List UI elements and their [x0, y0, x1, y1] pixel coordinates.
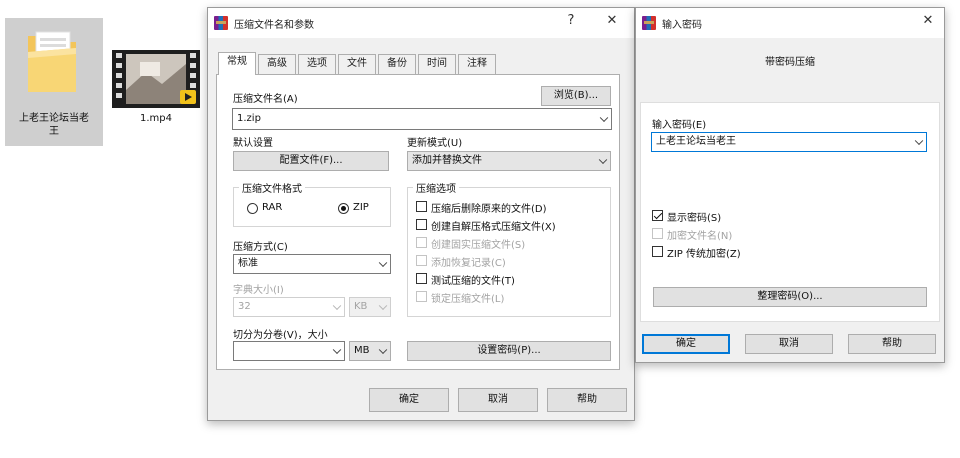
tab-comment[interactable]: 注释 [458, 54, 496, 74]
split-size-input[interactable] [233, 341, 345, 361]
tab-backup[interactable]: 备份 [378, 54, 416, 74]
folder-label-line1: 上老王论坛当老 [19, 113, 89, 124]
update-mode-select[interactable]: 添加并替换文件 [407, 151, 611, 171]
create-sfx-label: 创建自解压格式压缩文件(X) [431, 222, 556, 233]
chevron-down-icon [598, 155, 608, 165]
chevron-down-icon [378, 258, 388, 268]
encrypt-filenames-checkbox[interactable] [652, 228, 663, 239]
password-input[interactable]: 上老王论坛当老王 [651, 132, 927, 152]
tab-options[interactable]: 选项 [298, 54, 336, 74]
password-ok-button[interactable]: 确定 [642, 334, 730, 354]
format-zip-label: ZIP [353, 202, 369, 213]
format-zip-radio[interactable] [338, 203, 349, 214]
split-unit-value: MB [354, 345, 370, 356]
tab-time[interactable]: 时间 [418, 54, 456, 74]
close-icon[interactable]: ✕ [918, 13, 938, 28]
format-rar-label: RAR [262, 202, 283, 213]
password-titlebar: 输入密码 ✕ [636, 8, 944, 38]
enter-password-dialog: 输入密码 ✕ 带密码压缩 输入密码(E) 上老王论坛当老王 显示密码(S) 加密… [635, 7, 945, 363]
solid-archive-label: 创建固实压缩文件(S) [431, 240, 526, 251]
browse-button[interactable]: 浏览(B)... [541, 86, 611, 106]
dictionary-unit-value: KB [354, 301, 368, 312]
password-subtitle: 带密码压缩 [765, 57, 815, 68]
password-cancel-button[interactable]: 取消 [745, 334, 833, 354]
winrar-icon [642, 16, 656, 30]
dialog-title: 压缩文件名和参数 [234, 20, 314, 31]
show-password-label: 显示密码(S) [667, 213, 722, 224]
password-help-button[interactable]: 帮助 [848, 334, 936, 354]
default-settings-label: 默认设置 [233, 138, 273, 149]
chevron-down-icon [378, 301, 388, 311]
ok-button[interactable]: 确定 [369, 388, 449, 412]
winrar-icon [214, 16, 228, 30]
folder-icon [28, 31, 76, 92]
split-unit-select[interactable]: MB [349, 341, 391, 361]
dictionary-size-label: 字典大小(I) [233, 285, 284, 296]
password-dialog-title: 输入密码 [662, 20, 702, 31]
method-value: 标准 [238, 258, 258, 269]
dictionary-size-value: 32 [238, 301, 251, 312]
archive-name-input[interactable]: 1.zip [232, 108, 612, 130]
set-password-button[interactable]: 设置密码(P)... [407, 341, 611, 361]
format-rar-radio[interactable] [247, 203, 258, 214]
password-panel: 输入密码(E) 上老王论坛当老王 显示密码(S) 加密文件名(N) ZIP 传统… [640, 102, 940, 322]
archive-name-label: 压缩文件名(A) [233, 94, 298, 105]
test-files-label: 测试压缩的文件(T) [431, 276, 515, 287]
dictionary-size-select[interactable]: 32 [233, 297, 345, 317]
archive-name-value: 1.zip [237, 113, 261, 124]
chevron-down-icon [914, 136, 924, 146]
method-label: 压缩方式(C) [233, 242, 288, 253]
solid-archive-checkbox[interactable] [416, 237, 427, 248]
video-file-icon [112, 50, 200, 108]
method-select[interactable]: 标准 [233, 254, 391, 274]
zip-legacy-label: ZIP 传统加密(Z) [667, 249, 741, 260]
recovery-record-checkbox[interactable] [416, 255, 427, 266]
archive-settings-dialog: 压缩文件名和参数 ? ✕ 常规 高级 选项 文件 备份 时间 注释 压缩文件名(… [207, 7, 635, 421]
archive-format-label: 压缩文件格式 [239, 180, 305, 195]
dialog-titlebar: 压缩文件名和参数 ? ✕ [208, 8, 634, 38]
delete-after-checkbox[interactable] [416, 201, 427, 212]
update-mode-value: 添加并替换文件 [412, 155, 482, 166]
dictionary-unit-select[interactable]: KB [349, 297, 391, 317]
recovery-record-label: 添加恢复记录(C) [431, 258, 506, 269]
delete-after-label: 压缩后删除原来的文件(D) [431, 204, 547, 215]
create-sfx-checkbox[interactable] [416, 219, 427, 230]
close-icon[interactable]: ✕ [602, 13, 622, 28]
compression-options-label: 压缩选项 [413, 180, 459, 195]
password-value: 上老王论坛当老王 [656, 136, 736, 147]
tab-general[interactable]: 常规 [218, 52, 256, 75]
encrypt-filenames-label: 加密文件名(N) [667, 231, 733, 242]
chevron-down-icon [599, 113, 609, 123]
tab-advanced[interactable]: 高级 [258, 54, 296, 74]
lock-archive-checkbox[interactable] [416, 291, 427, 302]
password-label: 输入密码(E) [652, 120, 707, 131]
split-volumes-label: 切分为分卷(V)，大小 [233, 330, 328, 341]
update-mode-label: 更新模式(U) [407, 138, 463, 149]
desktop-video-item[interactable]: 1.mp4 [106, 18, 206, 128]
video-label: 1.mp4 [140, 113, 172, 124]
desktop-folder-item[interactable]: 上老王论坛当老 王 [5, 18, 103, 146]
show-password-checkbox[interactable] [652, 210, 663, 221]
help-button[interactable]: 帮助 [547, 388, 627, 412]
organize-passwords-button[interactable]: 整理密码(O)... [653, 287, 927, 307]
chevron-down-icon [332, 301, 342, 311]
lock-archive-label: 锁定压缩文件(L) [431, 294, 505, 305]
profiles-button[interactable]: 配置文件(F)... [233, 151, 389, 171]
tab-files[interactable]: 文件 [338, 54, 376, 74]
folder-label-line2: 王 [49, 126, 59, 137]
test-files-checkbox[interactable] [416, 273, 427, 284]
chevron-down-icon [332, 345, 342, 355]
chevron-down-icon [378, 345, 388, 355]
help-titlebar-button[interactable]: ? [561, 13, 581, 28]
zip-legacy-checkbox[interactable] [652, 246, 663, 257]
general-tab-panel: 压缩文件名(A) 浏览(B)... 1.zip 默认设置 配置文件(F)... … [216, 74, 620, 370]
cancel-button[interactable]: 取消 [458, 388, 538, 412]
